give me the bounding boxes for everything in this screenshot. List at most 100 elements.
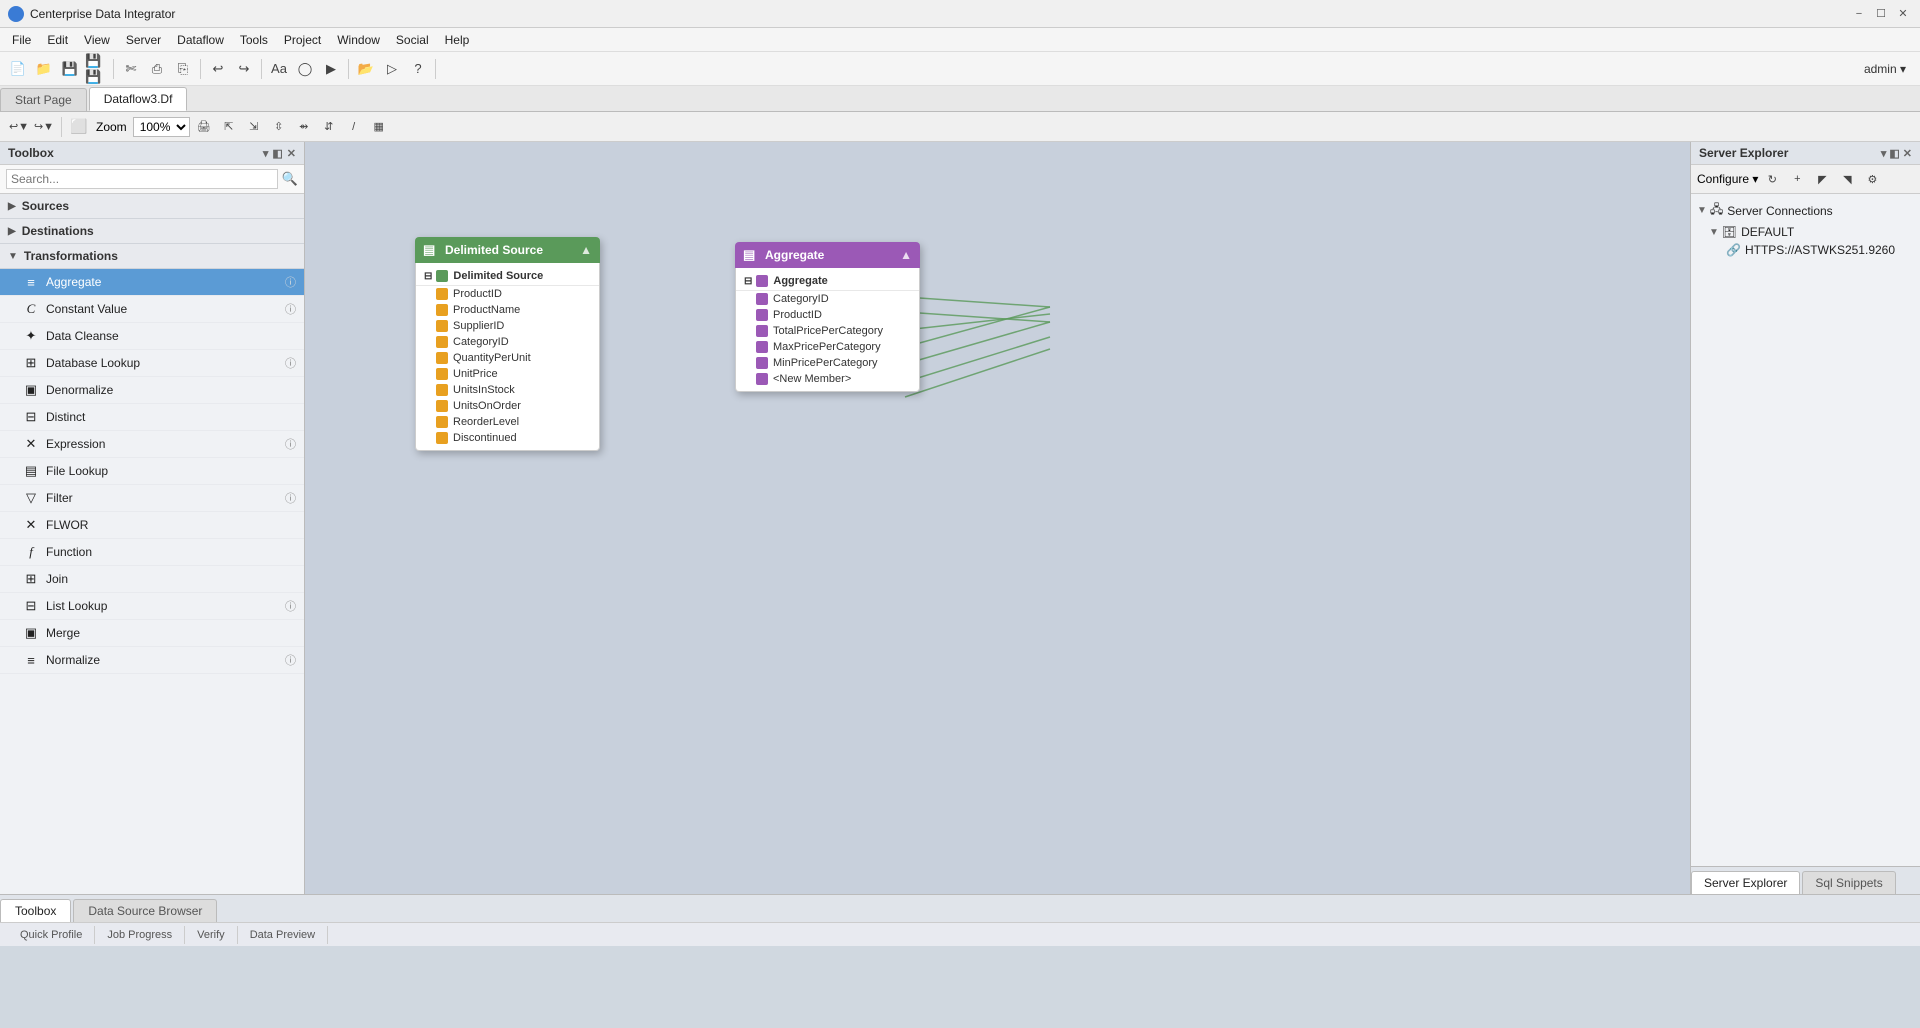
status-data-preview[interactable]: Data Preview <box>238 926 328 944</box>
admin-label[interactable]: admin ▾ <box>1864 62 1914 76</box>
toolbox-item-expression[interactable]: ✕ Expression ⓘ <box>0 431 304 458</box>
zoom-select[interactable]: 100% 75% 150% <box>133 117 190 137</box>
se-refresh-button[interactable]: ↻ <box>1761 168 1783 190</box>
save-button[interactable]: 💾 <box>58 57 82 81</box>
toolbox-section-header-destinations[interactable]: ▶ Destinations <box>0 219 304 244</box>
se-collapse-button[interactable]: ◤ <box>1811 168 1833 190</box>
status-job-progress[interactable]: Job Progress <box>95 926 185 944</box>
menu-social[interactable]: Social <box>388 31 437 49</box>
se-close-button[interactable]: ✕ <box>1903 147 1912 160</box>
toolbox-section-header-sources[interactable]: ▶ Sources <box>0 194 304 219</box>
se-tab-sql-snippets[interactable]: Sql Snippets <box>1802 871 1895 894</box>
toolbox-undock-button[interactable]: ◧ <box>272 147 282 160</box>
canvas-area[interactable]: ▤ Delimited Source ▲ ⊟ Delimited Source … <box>305 142 1690 894</box>
menu-file[interactable]: File <box>4 31 39 49</box>
bottom-tab-datasource-browser[interactable]: Data Source Browser <box>73 899 217 922</box>
list-lookup-info-icon[interactable]: ⓘ <box>285 598 296 614</box>
toolbox-search-input[interactable] <box>6 169 278 189</box>
zoom-fit2-button[interactable]: ⇲ <box>243 116 265 138</box>
se-add-button[interactable]: + <box>1786 168 1808 190</box>
zoom-fit4-button[interactable]: ⇴ <box>293 116 315 138</box>
help-button[interactable]: ? <box>406 57 430 81</box>
aggregate-node[interactable]: ▤ Aggregate ▲ ⊟ Aggregate CategoryID <box>735 242 920 392</box>
zoom-fit-button[interactable]: ⇱ <box>218 116 240 138</box>
toolbox-item-database-lookup[interactable]: ⊞ Database Lookup ⓘ <box>0 350 304 377</box>
copy-button[interactable]: ⎙ <box>145 57 169 81</box>
toolbox-item-function[interactable]: f Function <box>0 539 304 566</box>
print-button[interactable]: 🖨 <box>193 116 215 138</box>
filter-info-icon[interactable]: ⓘ <box>285 490 296 506</box>
fit-page-button[interactable]: ⬜ <box>68 116 90 138</box>
redo-button[interactable]: ↪ <box>232 57 256 81</box>
line-tool[interactable]: / <box>343 116 365 138</box>
aggregate-info-icon[interactable]: ⓘ <box>285 274 296 290</box>
menu-tools[interactable]: Tools <box>232 31 276 49</box>
toolbox-item-denormalize[interactable]: ▣ Denormalize <box>0 377 304 404</box>
bottom-tab-toolbox[interactable]: Toolbox <box>0 899 71 922</box>
search-icon[interactable]: 🔍 <box>282 171 298 187</box>
menu-project[interactable]: Project <box>276 31 329 49</box>
constant-value-info-icon[interactable]: ⓘ <box>285 301 296 317</box>
configure-button[interactable]: Configure ▾ <box>1697 172 1758 186</box>
font-button[interactable]: Aa <box>267 57 291 81</box>
delimited-source-node[interactable]: ▤ Delimited Source ▲ ⊟ Delimited Source … <box>415 237 600 451</box>
menu-server[interactable]: Server <box>118 31 169 49</box>
toolbox-item-merge[interactable]: ▣ Merge <box>0 620 304 647</box>
close-button[interactable]: ✕ <box>1894 5 1912 23</box>
se-tab-server-explorer[interactable]: Server Explorer <box>1691 871 1800 894</box>
cut-button[interactable]: ✄ <box>119 57 143 81</box>
new-button[interactable]: 📄 <box>6 57 30 81</box>
aggregate-node-header[interactable]: ▤ Aggregate ▲ <box>735 242 920 268</box>
breakpoint-button[interactable]: ◯ <box>293 57 317 81</box>
zoom-fit5-button[interactable]: ⇵ <box>318 116 340 138</box>
select-tool[interactable]: ▦ <box>368 116 390 138</box>
delimited-source-header[interactable]: ▤ Delimited Source ▲ <box>415 237 600 263</box>
toolbox-pin-button[interactable]: ▾ <box>263 147 269 160</box>
menu-dataflow[interactable]: Dataflow <box>169 31 232 49</box>
toolbox-item-list-lookup[interactable]: ⊟ List Lookup ⓘ <box>0 593 304 620</box>
minimize-button[interactable]: − <box>1850 5 1868 23</box>
toolbox-item-distinct[interactable]: ⊟ Distinct <box>0 404 304 431</box>
run-button[interactable]: ▶ <box>319 57 343 81</box>
menu-view[interactable]: View <box>76 31 118 49</box>
se-undock-button[interactable]: ◧ <box>1889 147 1899 160</box>
aggregate-expand-btn[interactable]: ⊟ <box>744 276 752 287</box>
aggregate-node-up-button[interactable]: ▲ <box>900 248 912 262</box>
open2-button[interactable]: 📂 <box>354 57 378 81</box>
toolbox-item-flwor[interactable]: ✕ FLWOR <box>0 512 304 539</box>
se-settings-button[interactable]: ⚙ <box>1861 168 1883 190</box>
toolbox-close-button[interactable]: ✕ <box>287 147 296 160</box>
tab-dataflow[interactable]: Dataflow3.Df <box>89 87 188 111</box>
toolbox-item-normalize[interactable]: ≡ Normalize ⓘ <box>0 647 304 674</box>
status-verify[interactable]: Verify <box>185 926 238 944</box>
menu-edit[interactable]: Edit <box>39 31 76 49</box>
toolbox-item-file-lookup[interactable]: ▤ File Lookup <box>0 458 304 485</box>
normalize-info-icon[interactable]: ⓘ <box>285 652 296 668</box>
menu-window[interactable]: Window <box>329 31 388 49</box>
undo-button[interactable]: ↩ <box>206 57 230 81</box>
open-button[interactable]: 📁 <box>32 57 56 81</box>
se-pin-button[interactable]: ▾ <box>1881 147 1887 160</box>
se-expand-button[interactable]: ◥ <box>1836 168 1858 190</box>
expression-info-icon[interactable]: ⓘ <box>285 436 296 452</box>
toolbox-item-data-cleanse[interactable]: ✦ Data Cleanse <box>0 323 304 350</box>
toolbox-item-join[interactable]: ⊞ Join <box>0 566 304 593</box>
status-quick-profile[interactable]: Quick Profile <box>8 926 95 944</box>
tab-startpage[interactable]: Start Page <box>0 88 87 111</box>
undo-canvas-button[interactable]: ↩▼ <box>8 116 30 138</box>
database-lookup-info-icon[interactable]: ⓘ <box>285 355 296 371</box>
tree-item-server-connections[interactable]: ▼ 🖧 Server Connections <box>1691 198 1920 223</box>
toolbox-item-filter[interactable]: ▽ Filter ⓘ <box>0 485 304 512</box>
redo-canvas-button[interactable]: ↪▼ <box>33 116 55 138</box>
source-node-up-button[interactable]: ▲ <box>580 243 592 257</box>
maximize-button[interactable]: ☐ <box>1872 5 1890 23</box>
paste-button[interactable]: ⎘ <box>171 57 195 81</box>
menu-help[interactable]: Help <box>437 31 478 49</box>
play-button[interactable]: ▷ <box>380 57 404 81</box>
source-expand-btn[interactable]: ⊟ <box>424 271 432 282</box>
tree-item-default[interactable]: ▼ 🗄 DEFAULT <box>1691 223 1920 241</box>
toolbox-item-constant-value[interactable]: C Constant Value ⓘ <box>0 296 304 323</box>
zoom-fit3-button[interactable]: ⇳ <box>268 116 290 138</box>
toolbox-item-aggregate[interactable]: ≡ Aggregate ⓘ <box>0 269 304 296</box>
toolbox-section-header-transformations[interactable]: ▼ Transformations <box>0 244 304 269</box>
